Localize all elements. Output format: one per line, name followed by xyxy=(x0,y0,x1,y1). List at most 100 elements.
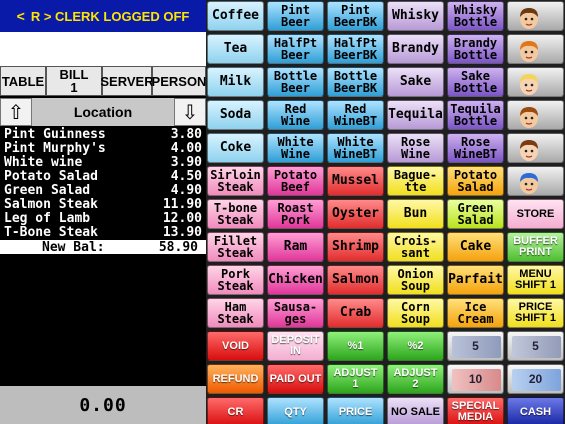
server-avatar[interactable] xyxy=(507,166,564,196)
food-key[interactable]: Green Salad xyxy=(447,199,504,229)
clerk-arrow-left: < xyxy=(16,8,25,24)
drink-key[interactable]: Bottle BeerBK xyxy=(327,67,384,97)
food-key[interactable]: Potato Salad xyxy=(447,166,504,196)
receipt-line[interactable]: Green Salad 4.90 xyxy=(4,184,202,198)
person-icon xyxy=(520,8,538,29)
void-button[interactable]: VOID xyxy=(207,331,264,361)
price-button[interactable]: PRICE xyxy=(327,397,384,424)
food-key[interactable]: Cake xyxy=(447,232,504,262)
drink-key[interactable]: HalfPt Beer xyxy=(267,34,324,64)
no-sale-button[interactable]: NO SALE xyxy=(387,397,444,424)
food-key[interactable]: Chicken xyxy=(267,265,324,295)
food-key[interactable]: Bague- tte xyxy=(387,166,444,196)
location-label[interactable]: Location xyxy=(32,98,174,126)
drink-key[interactable]: Rose WineBT xyxy=(447,133,504,163)
food-key[interactable]: Ice Cream xyxy=(447,298,504,328)
receipt-line[interactable]: Salmon Steak 11.90 xyxy=(4,198,202,212)
server-avatar[interactable] xyxy=(507,67,564,97)
server-avatar[interactable] xyxy=(507,133,564,163)
refund-button[interactable]: REFUND xyxy=(207,364,264,394)
drink-key[interactable]: Sake Bottle xyxy=(447,67,504,97)
food-key[interactable]: T-bone Steak xyxy=(207,199,264,229)
deposit-in-button[interactable]: DEPOSIT IN xyxy=(267,331,324,361)
receipt-line[interactable]: White wine 3.90 xyxy=(4,156,202,170)
drink-key[interactable]: Pint BeerBK xyxy=(327,1,384,31)
food-key[interactable]: Bun xyxy=(387,199,444,229)
food-key[interactable]: Onion Soup xyxy=(387,265,444,295)
keypad: Coffee Pint Beer Pint BeerBK Whisky Whisky B… xyxy=(206,0,565,424)
adjust-1-button[interactable]: ADJUST 1 xyxy=(327,364,384,394)
server-avatar[interactable] xyxy=(507,34,564,64)
receipt-line[interactable]: Pint Murphy's 4.00 xyxy=(4,142,202,156)
drink-key[interactable]: Red Wine xyxy=(267,100,324,130)
food-key[interactable]: Roast Pork xyxy=(267,199,324,229)
drink-key[interactable]: Coffee xyxy=(207,1,264,31)
special-media-button[interactable]: SPECIAL MEDIA xyxy=(447,397,504,424)
receipt-line[interactable]: Potato Salad 4.50 xyxy=(4,170,202,184)
food-key[interactable]: Shrimp xyxy=(327,232,384,262)
food-key[interactable]: Crab xyxy=(327,298,384,328)
receipt-line[interactable]: Leg of Lamb 12.00 xyxy=(4,212,202,226)
scroll-down-icon[interactable]: ⇩ xyxy=(174,98,206,126)
cash-button[interactable]: CASH xyxy=(507,397,564,424)
server-button[interactable]: SERVER xyxy=(100,66,154,96)
food-key[interactable]: Parfait xyxy=(447,265,504,295)
food-key[interactable]: Ham Steak xyxy=(207,298,264,328)
food-key[interactable]: Pork Steak xyxy=(207,265,264,295)
food-key[interactable]: Crois- sant xyxy=(387,232,444,262)
drink-key[interactable]: Tequila xyxy=(387,100,444,130)
food-key[interactable]: Fillet Steak xyxy=(207,232,264,262)
drink-key[interactable]: HalfPt BeerBK xyxy=(327,34,384,64)
drink-key[interactable]: Coke xyxy=(207,133,264,163)
food-key[interactable]: Mussel xyxy=(327,166,384,196)
cash-5-key[interactable]: 5 xyxy=(507,331,564,361)
cash-10-key[interactable]: 10 xyxy=(447,364,504,394)
drink-key[interactable]: Tea xyxy=(207,34,264,64)
drink-key[interactable]: Brandy xyxy=(387,34,444,64)
drink-key[interactable]: Whisky Bottle xyxy=(447,1,504,31)
cash-20-key[interactable]: 20 xyxy=(507,364,564,394)
food-key[interactable]: Sirloin Steak xyxy=(207,166,264,196)
adjust-2-button[interactable]: ADJUST 2 xyxy=(387,364,444,394)
drink-key[interactable]: Whisky xyxy=(387,1,444,31)
buffer-print-button[interactable]: BUFFER PRINT xyxy=(507,232,564,262)
server-avatar[interactable] xyxy=(507,100,564,130)
food-key[interactable]: Ram xyxy=(267,232,324,262)
cr-button[interactable]: CR xyxy=(207,397,264,424)
location-row: ⇧ Location ⇩ xyxy=(0,98,206,126)
bill-button[interactable]: BILL 1 xyxy=(46,66,102,96)
food-key[interactable]: Salmon xyxy=(327,265,384,295)
drink-key[interactable]: White WineBT xyxy=(327,133,384,163)
drink-key[interactable]: Brandy Bottle xyxy=(447,34,504,64)
drink-key[interactable]: Red WineBT xyxy=(327,100,384,130)
food-key[interactable]: Sausa- ges xyxy=(267,298,324,328)
paid-out-button[interactable]: PAID OUT xyxy=(267,364,324,394)
drink-key[interactable]: Sake xyxy=(387,67,444,97)
food-key[interactable]: Oyster xyxy=(327,199,384,229)
qty-button[interactable]: QTY xyxy=(267,397,324,424)
drink-key[interactable]: Pint Beer xyxy=(267,1,324,31)
receipt-list[interactable]: Pint Guinness 3.80 Pint Murphy's 4.00 White … xyxy=(0,128,206,385)
drink-key[interactable]: Soda xyxy=(207,100,264,130)
table-button[interactable]: TABLE xyxy=(0,66,46,96)
receipt-item-price: 4.50 xyxy=(170,169,202,184)
drink-key[interactable]: Milk xyxy=(207,67,264,97)
store-button[interactable]: STORE xyxy=(507,199,564,229)
receipt-line[interactable]: Pint Guinness 3.80 xyxy=(4,128,202,142)
percent-1-button[interactable]: %1 xyxy=(327,331,384,361)
server-avatar[interactable] xyxy=(507,1,564,31)
menu-shift-button[interactable]: MENU SHIFT 1 xyxy=(507,265,564,295)
food-key[interactable]: Potato Beef xyxy=(267,166,324,196)
person-button[interactable]: PERSON xyxy=(152,66,206,96)
drink-key[interactable]: White Wine xyxy=(267,133,324,163)
drink-key[interactable]: Rose Wine xyxy=(387,133,444,163)
percent-2-button[interactable]: %2 xyxy=(387,331,444,361)
drink-key[interactable]: Bottle Beer xyxy=(267,67,324,97)
price-shift-button[interactable]: PRICE SHIFT 1 xyxy=(507,298,564,328)
cash-5-key[interactable]: 5 xyxy=(447,331,504,361)
receipt-line[interactable]: T-Bone Steak 13.90 xyxy=(4,226,202,240)
drink-key[interactable]: Tequila Bottle xyxy=(447,100,504,130)
food-key[interactable]: Corn Soup xyxy=(387,298,444,328)
scroll-up-icon[interactable]: ⇧ xyxy=(0,98,32,126)
clerk-status-bar[interactable]: < R > CLERK LOGGED OFF xyxy=(0,0,206,32)
